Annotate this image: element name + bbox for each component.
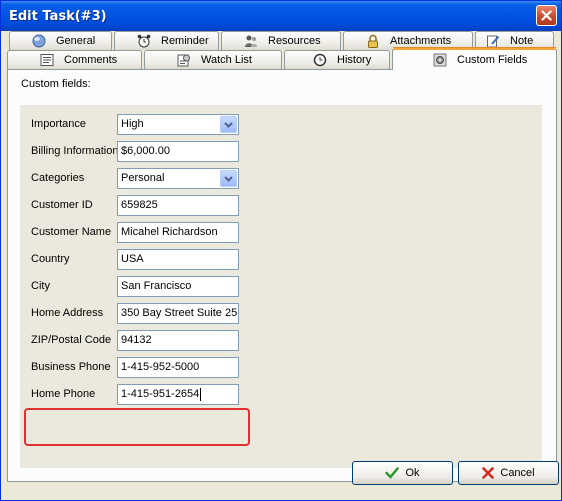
tab-resources-label: Resources [268, 35, 321, 47]
edit-task-window: Edit Task(#3) General Reminder Resources… [0, 0, 562, 501]
field-label-billing-information: Billing Information [31, 145, 119, 157]
home-address-field[interactable]: 350 Bay Street Suite 25 [117, 303, 239, 324]
window-title: Edit Task(#3) [9, 9, 107, 24]
tab-history-label: History [337, 54, 372, 66]
close-icon [541, 10, 552, 21]
users-icon [245, 35, 257, 47]
tab-comments-label: Comments [64, 54, 118, 66]
field-label-customer-id: Customer ID [31, 199, 93, 211]
tab-general[interactable]: General [9, 31, 112, 50]
tab-custom-fields-label: Custom Fields [457, 54, 528, 66]
text-caret [200, 387, 202, 401]
categories-dropdown[interactable]: Personal [117, 168, 239, 189]
tab-watch-list-label: Watch List [201, 54, 252, 66]
field-label-categories: Categories [31, 172, 85, 184]
history-icon [313, 53, 327, 67]
home-phone-highlight [24, 408, 250, 446]
ok-button-label: Ok [405, 467, 420, 479]
dialog-client-area: General Reminder Resources Attachments N… [4, 31, 559, 497]
tab-custom-fields[interactable]: Custom Fields [392, 47, 557, 70]
custom-fields-heading: Custom fields: [21, 78, 91, 90]
tab-history[interactable]: History [284, 50, 390, 69]
tab-general-label: General [56, 35, 96, 47]
business-phone-field[interactable]: 1-415-952-5000 [117, 357, 239, 378]
lock-icon [368, 34, 378, 48]
globe-icon [32, 34, 46, 48]
tab-resources[interactable]: Resources [221, 31, 341, 50]
importance-value: High [121, 118, 144, 130]
customer-name-field[interactable]: Micahel Richardson [117, 222, 239, 243]
billing-information-field[interactable]: $6,000.00 [117, 141, 239, 162]
country-field[interactable]: USA [117, 249, 239, 270]
gear-icon [433, 53, 447, 67]
zip-postal-code-field[interactable]: 94132 [117, 330, 239, 351]
note-pencil-icon [487, 35, 500, 48]
city-field[interactable]: San Francisco [117, 276, 239, 297]
categories-value: Personal [121, 172, 165, 184]
field-label-home-phone: Home Phone [31, 388, 96, 400]
field-label-importance: Importance [31, 118, 87, 130]
cancel-button-label: Cancel [500, 467, 535, 479]
customer-id-field[interactable]: 659825 [117, 195, 239, 216]
field-label-business-phone: Business Phone [31, 361, 111, 373]
chevron-down-icon [224, 121, 233, 128]
tab-note-label: Note [510, 35, 534, 47]
ok-button[interactable]: Ok [352, 461, 453, 485]
watch-list-icon [177, 54, 190, 67]
field-label-zip-postal-code: ZIP/Postal Code [31, 334, 112, 346]
field-label-customer-name: Customer Name [31, 226, 112, 238]
title-bar[interactable]: Edit Task(#3) [1, 1, 561, 31]
alarm-clock-icon [137, 34, 151, 48]
categories-dropdown-button[interactable] [220, 170, 237, 187]
home-phone-value: 1-415-951-2654 [121, 388, 200, 400]
tab-reminder[interactable]: Reminder [114, 31, 219, 50]
tab-watch-list[interactable]: Watch List [144, 50, 282, 69]
close-button[interactable] [536, 5, 557, 26]
comments-icon [40, 54, 54, 66]
field-label-city: City [31, 280, 50, 292]
chevron-down-icon [224, 175, 233, 182]
tab-attachments-label: Attachments [390, 35, 452, 47]
cancel-x-icon [482, 467, 495, 479]
importance-dropdown[interactable]: High [117, 114, 239, 135]
importance-dropdown-button[interactable] [220, 116, 237, 133]
tab-reminder-label: Reminder [161, 35, 209, 47]
cancel-button[interactable]: Cancel [458, 461, 559, 485]
tab-comments[interactable]: Comments [7, 50, 142, 69]
checkmark-icon [385, 467, 400, 479]
home-phone-field[interactable]: 1-415-951-2654 [117, 384, 239, 405]
field-label-home-address: Home Address [31, 307, 104, 319]
field-label-country: Country [31, 253, 70, 265]
